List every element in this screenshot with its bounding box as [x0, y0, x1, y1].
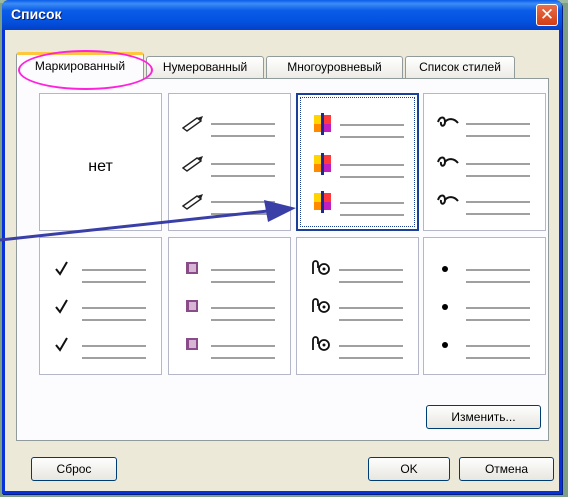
bullet-preview-row: [310, 113, 410, 145]
tab-numbered[interactable]: Нумерованный: [146, 56, 264, 78]
reset-button[interactable]: Сброс: [31, 457, 117, 481]
pen-nib-icon: [181, 116, 203, 132]
bullet-preview-row: [436, 190, 536, 222]
flourish-icon: [437, 194, 459, 205]
square-bullet-icon: [186, 300, 198, 312]
bullet-preview-row: [181, 152, 281, 184]
bullet-preview-row: [309, 334, 409, 366]
bullet-preview-row: [181, 190, 281, 222]
bullet-preview-row: [52, 296, 152, 328]
bullet-preview-row: [436, 334, 536, 366]
bullet-preview-row: [181, 334, 281, 366]
bullet-option-dot[interactable]: [423, 237, 546, 375]
bullet-option-square[interactable]: [168, 237, 291, 375]
checkmark-icon: [55, 299, 68, 314]
dot-bullet-icon: [442, 304, 448, 310]
bullet-preview-row: [52, 258, 152, 290]
bullet-preview-row: [181, 112, 281, 144]
bullet-preview-row: [436, 152, 536, 184]
scroll-clip-icon: [312, 260, 330, 275]
flourish-icon: [437, 156, 459, 167]
bullet-option-color-marker[interactable]: [296, 93, 419, 231]
color-marker-icon: [314, 113, 331, 135]
bullet-option-none[interactable]: нет: [39, 93, 162, 231]
bullet-preview-row: [181, 296, 281, 328]
bullet-preview-row: [436, 258, 536, 290]
bullet-preview-row: [181, 258, 281, 290]
color-marker-icon: [314, 153, 331, 175]
pen-nib-icon: [181, 156, 203, 172]
bullet-preview-row: [52, 334, 152, 366]
color-marker-icon: [314, 191, 331, 213]
bullet-option-pen-nib[interactable]: [168, 93, 291, 231]
bullet-preview-row: [310, 191, 410, 223]
square-bullet-icon: [186, 338, 198, 350]
dot-bullet-icon: [442, 342, 448, 348]
pen-nib-icon: [181, 194, 203, 210]
checkmark-icon: [55, 261, 68, 276]
bullet-option-flourish[interactable]: [423, 93, 546, 231]
scroll-clip-icon: [312, 298, 330, 313]
tab-bulleted[interactable]: Маркированный: [16, 52, 144, 79]
bullet-preview-row: [436, 296, 536, 328]
bullet-preview-row: [310, 153, 410, 185]
title-bar[interactable]: Список ✕: [2, 0, 562, 30]
close-icon: ✕: [539, 5, 555, 24]
bullet-preview-row: [309, 258, 409, 290]
tab-list-styles[interactable]: Список стилей: [405, 56, 515, 78]
none-label: нет: [88, 158, 113, 175]
scroll-clip-icon: [312, 336, 330, 351]
modify-button[interactable]: Изменить...: [426, 405, 541, 429]
checkmark-icon: [55, 337, 68, 352]
ok-button[interactable]: OK: [368, 457, 450, 481]
bullet-preview-row: [436, 112, 536, 144]
tab-multilevel[interactable]: Многоуровневый: [266, 56, 403, 78]
list-dialog: Список ✕ Маркированный Нумерованный Мног…: [2, 0, 562, 494]
cancel-button[interactable]: Отмена: [459, 457, 554, 481]
bullet-option-checkmark[interactable]: [39, 237, 162, 375]
square-bullet-icon: [186, 262, 198, 274]
bullet-option-scroll-clip[interactable]: [296, 237, 419, 375]
dot-bullet-icon: [442, 266, 448, 272]
bullet-gallery-panel: нет Изменить...: [16, 78, 549, 441]
dialog-title: Список: [11, 6, 62, 22]
flourish-icon: [437, 116, 459, 127]
bullet-preview-row: [309, 296, 409, 328]
close-button[interactable]: ✕: [536, 4, 558, 26]
